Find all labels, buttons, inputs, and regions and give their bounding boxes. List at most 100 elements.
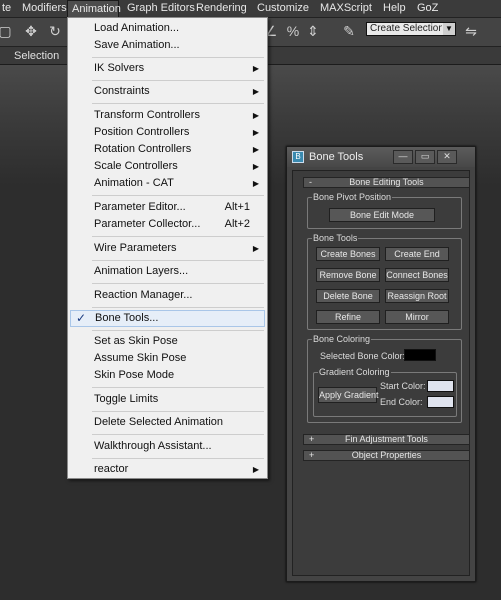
menu-item-constraints[interactable]: Constraints ▶ [68,83,267,100]
menu-item-bone-tools[interactable]: ✓ Bone Tools... [70,310,265,327]
menu-item-toggle-limits[interactable]: Toggle Limits [68,391,267,408]
menu-maxscript[interactable]: MAXScript [316,0,376,17]
bone-tools-titlebar[interactable]: B Bone Tools — ▭ ✕ [287,147,475,167]
menu-item-skin-pose-mode[interactable]: Skin Pose Mode [68,367,267,384]
menu-item-reactor[interactable]: reactor ▶ [68,461,267,478]
menu-separator [92,103,264,104]
group-bone-coloring: Bone Coloring Selected Bone Color: Gradi… [307,334,462,423]
menu-separator [92,260,264,261]
group-gradient-coloring: Gradient Coloring Apply Gradient Start C… [313,367,457,417]
chevron-down-icon[interactable]: ▼ [443,23,455,35]
reassign-root-button[interactable]: Reassign Root [385,289,449,303]
menu-item-load-animation[interactable]: Load Animation... [68,20,267,37]
rollout-title: Fin Adjustment Tools [345,434,428,444]
menu-separator [92,80,264,81]
apply-gradient-button[interactable]: Apply Gradient [318,387,379,403]
menu-item-save-animation[interactable]: Save Animation... [68,37,267,54]
menu-separator [92,195,264,196]
animation-menu: Load Animation... Save Animation... IK S… [67,17,268,479]
mirror-button[interactable]: Mirror [385,310,449,324]
refine-button[interactable]: Refine [316,310,380,324]
group-label: Bone Coloring [312,334,372,344]
rollout-title: Bone Editing Tools [349,177,424,187]
menu-item-transform-controllers[interactable]: Transform Controllers ▶ [68,107,267,124]
menu-item-ik-solvers[interactable]: IK Solvers ▶ [68,60,267,77]
end-color-label: End Color: [380,397,423,407]
selected-bone-color-swatch[interactable] [404,349,436,361]
submenu-arrow-icon: ▶ [252,87,259,96]
edit-named-selection-icon[interactable]: ✎ [340,22,358,40]
menu-item-position-controllers[interactable]: Position Controllers ▶ [68,124,267,141]
menu-item-animation-layers[interactable]: Animation Layers... [68,263,267,280]
rollout-bone-editing-tools[interactable]: - Bone Editing Tools [303,177,470,188]
menu-graph-editors[interactable]: Graph Editors [123,0,199,17]
menu-rendering[interactable]: Rendering [192,0,251,17]
menu-modifiers[interactable]: Modifiers [18,0,71,17]
menu-item-rotation-controllers[interactable]: Rotation Controllers ▶ [68,141,267,158]
connect-bones-button[interactable]: Connect Bones [385,268,449,282]
menu-item-walkthrough-assistant[interactable]: Walkthrough Assistant... [68,438,267,455]
named-selection-dropdown[interactable]: Create Selection Se ▼ [366,22,456,36]
menu-item-assume-skin-pose[interactable]: Assume Skin Pose [68,350,267,367]
menu-animation[interactable]: Animation [67,0,121,17]
menu-item-reaction-manager[interactable]: Reaction Manager... [68,287,267,304]
menu-separator [92,458,264,459]
create-end-button[interactable]: Create End [385,247,449,261]
percent-snap-icon[interactable]: % [284,22,302,40]
menu-item-parameter-collector[interactable]: Parameter Collector... Alt+2 [68,216,267,233]
bone-tools-window: B Bone Tools — ▭ ✕ - Bone Editing Tools … [286,146,476,582]
window-title: Bone Tools [309,151,364,163]
menu-bar: te Modifiers Animation Graph Editors Ren… [0,0,501,18]
submenu-arrow-icon: ▶ [252,111,259,120]
menu-separator [92,434,264,435]
create-bones-button[interactable]: Create Bones [316,247,380,261]
group-label: Bone Pivot Position [312,192,393,202]
menu-item-animation-cat[interactable]: Animation - CAT ▶ [68,175,267,192]
menu-separator [92,387,264,388]
bone-tools-panel: - Bone Editing Tools Bone Pivot Position… [292,170,470,576]
submenu-arrow-icon: ▶ [252,64,259,73]
remove-bone-button[interactable]: Remove Bone [316,268,380,282]
menu-item-set-as-skin-pose[interactable]: Set as Skin Pose [68,333,267,350]
rollout-title: Object Properties [351,450,422,460]
move-icon[interactable]: ✥ [22,22,40,40]
checkmark-icon: ✓ [76,311,87,325]
rollout-fin-adjustment-tools[interactable]: + Fin Adjustment Tools [303,434,470,445]
named-selection-placeholder: Create Selection Se [370,23,442,34]
maximize-button[interactable]: ▭ [415,150,435,164]
menu-item-parameter-editor[interactable]: Parameter Editor... Alt+1 [68,199,267,216]
rotate-icon[interactable]: ↻ [46,22,64,40]
rollout-object-properties[interactable]: + Object Properties [303,450,470,461]
menu-separator [92,236,264,237]
menu-separator [92,307,264,308]
tab-selection[interactable]: Selection [14,49,59,63]
spinner-snap-icon[interactable]: ⇕ [304,22,322,40]
group-bone-tools: Bone Tools Create Bones Create End Remov… [307,233,462,330]
group-label: Bone Tools [312,233,359,243]
menu-help[interactable]: Help [379,0,410,17]
start-color-swatch[interactable] [427,380,454,392]
menu-separator [92,283,264,284]
menu-separator [92,330,264,331]
submenu-arrow-icon: ▶ [252,128,259,137]
group-label: Gradient Coloring [318,367,391,377]
group-bone-pivot-position: Bone Pivot Position Bone Edit Mode [307,192,462,229]
minimize-button[interactable]: — [393,150,413,164]
menu-item-wire-parameters[interactable]: Wire Parameters ▶ [68,240,267,257]
bone-edit-mode-button[interactable]: Bone Edit Mode [329,208,435,222]
submenu-arrow-icon: ▶ [252,162,259,171]
menu-edit[interactable]: te [0,0,15,17]
menu-separator [92,57,264,58]
mirror-icon[interactable]: ⇋ [462,22,480,40]
menu-item-delete-selected-animation[interactable]: Delete Selected Animation [68,414,267,431]
select-region-icon[interactable]: ▢ [0,22,14,40]
menu-customize[interactable]: Customize [253,0,313,17]
bone-tools-app-icon: B [292,151,304,163]
end-color-swatch[interactable] [427,396,454,408]
close-button[interactable]: ✕ [437,150,457,164]
submenu-arrow-icon: ▶ [252,244,259,253]
start-color-label: Start Color: [380,381,426,391]
menu-goz[interactable]: GoZ [413,0,442,17]
delete-bone-button[interactable]: Delete Bone [316,289,380,303]
menu-item-scale-controllers[interactable]: Scale Controllers ▶ [68,158,267,175]
